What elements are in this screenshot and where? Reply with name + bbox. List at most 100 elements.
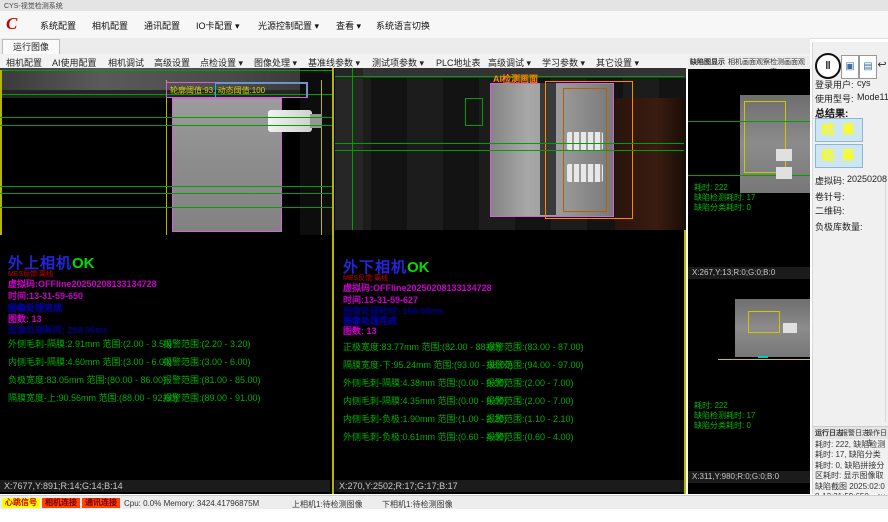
tab-camera-view[interactable]: 相机画面观察 <box>728 57 770 67</box>
measurement-row: 负极宽度:83.05mm 范围:(80.00 - 86.00) <box>8 373 166 386</box>
thumb-tab-row: 缺陷图显示 相机画面观察 检测画面观察 <box>688 56 810 70</box>
roi-box-green <box>465 98 483 126</box>
alarm-range: 报警范围:(2.00 - 7.00) <box>486 394 574 407</box>
login-user-label: 登录用户: <box>815 78 854 91</box>
alarm-range: 报警范围:(2.00 - 7.00) <box>486 376 574 389</box>
measure-line <box>321 80 322 235</box>
tab-connector-blob <box>268 110 312 132</box>
measurement-row: 隔膜宽度-上:90.56mm 范围:(88.00 - 92.00) <box>8 391 178 404</box>
thumb2-pixel-coords: X:311,Y:980;R:0;G:0;B:0 <box>688 471 810 483</box>
measurement-row: 内侧毛刺-负极:1.90mm 范围:(1.00 - 2.20) <box>343 412 507 425</box>
thumb1-overlay-line: 缺陷分类耗时: 0 <box>694 202 751 213</box>
left-pixel-coords: X:7677,Y:891;R:14;G:14;B:14 <box>0 480 330 492</box>
threshold-label: 轮廓阈值:93, 动态阈值:100 <box>170 85 265 96</box>
baseline-line <box>335 143 684 144</box>
baseline-line <box>0 125 332 126</box>
middle-camera-panel[interactable]: AI检测画面 外下相机OK MES反馈:离线 虚拟码:OFFline202502… <box>335 68 684 494</box>
middle-pixel-coords: X:270,Y:2502;R:17;G:17;B:17 <box>335 480 684 492</box>
baseline-line <box>0 186 332 187</box>
pause-button[interactable]: ‖ <box>815 53 841 79</box>
menu-view[interactable]: 查看 ▾ <box>336 19 361 32</box>
alarm-range: 报警范围:(1.10 - 2.10) <box>486 412 574 425</box>
middle-frame-count: 图数: 13 <box>343 324 377 337</box>
comm-connect-badge: 通讯连接 <box>82 498 120 508</box>
menu-camera-config[interactable]: 相机配置 <box>92 19 128 32</box>
middle-camera-ok: OK <box>407 259 430 276</box>
left-camera-ok: OK <box>72 255 95 272</box>
baseline-line <box>352 68 353 230</box>
defect-blob <box>567 132 603 150</box>
baseline-line <box>688 121 810 122</box>
thumb2-marker-line <box>718 359 810 360</box>
baseline-line <box>0 207 332 208</box>
log-tab-row: 运行日志 报警日志 操作日志 <box>813 426 888 439</box>
alarm-range: 报警范围:(89.00 - 91.00) <box>163 391 261 404</box>
baseline-line <box>0 117 332 118</box>
thumb1-blob <box>776 167 792 179</box>
baseline-line <box>335 150 684 151</box>
main-viewport-area: 轮廓阈值:93, 动态阈值:100 外上相机OK MES反馈:离线 虚拟码:OF… <box>0 68 686 494</box>
alarm-range: 报警范围:(81.00 - 85.00) <box>163 373 261 386</box>
battery-cell-image <box>172 98 282 232</box>
thumb1-roi-box <box>744 101 786 173</box>
vcode-label: 虚拟码: <box>815 174 845 187</box>
result-badge-2: 结 果 <box>815 144 863 168</box>
pin-number-label: 卷针号: <box>815 190 845 203</box>
login-user-value: cys <box>857 78 871 88</box>
measurement-row: 内侧毛刺-隔膜:4.60mm 范围:(3.00 - 6.00) <box>8 355 172 368</box>
menu-system-config[interactable]: 系统配置 <box>40 19 76 32</box>
tab-alarm-log[interactable]: 报警日志 <box>841 428 869 438</box>
thumbnail-view-1[interactable]: 耗时: 222 缺陷检测耗时: 17 缺陷分类耗时: 0 <box>688 69 810 267</box>
alarm-range: 报警范围:(94.00 - 97.00) <box>486 358 584 371</box>
status-bar: 心跳信号 相机连接 通讯连接 Cpu: 0.0% Memory: 3424.41… <box>0 495 888 510</box>
tab-run-image[interactable]: 运行图像 <box>2 39 60 54</box>
footer-blank <box>0 509 888 522</box>
model-value: Mode11 <box>857 92 888 102</box>
menu-light-config[interactable]: 光源控制配置 ▾ <box>258 19 319 32</box>
thumb2-overlay-line: 缺陷分类耗时: 0 <box>694 420 751 431</box>
baseline-line <box>0 70 332 71</box>
return-arrow-button[interactable]: ↩ <box>875 58 888 72</box>
camera-snapshot-button[interactable]: ▣ <box>841 55 859 79</box>
sidebar-divider <box>885 182 886 422</box>
tab-defect-view[interactable]: 缺陷图显示 <box>690 57 725 67</box>
menu-language-switch[interactable]: 系统语言切换 <box>376 19 430 32</box>
ai-view-label: AI检测画面 <box>493 72 538 85</box>
tab-run-log[interactable]: 运行日志 <box>815 428 843 438</box>
baseline-line <box>0 193 332 194</box>
window-title: CYS-视觉检测系统 <box>4 1 63 11</box>
alarm-range: 报警范围:(2.20 - 3.20) <box>163 337 251 350</box>
vcode-value: 20250208 <box>847 174 887 184</box>
qr-code-label: 二维码: <box>815 204 845 217</box>
thumb1-blob <box>776 149 792 161</box>
thumbnail-view-2[interactable]: 耗时: 222 缺陷检测耗时: 17 缺陷分类耗时: 0 <box>688 283 810 471</box>
result-badge-1: 结 果 <box>815 118 863 142</box>
edge-marker-line <box>0 70 2 235</box>
thumb2-roi-box <box>748 311 780 333</box>
left-camera-panel[interactable]: 轮廓阈值:93, 动态阈值:100 外上相机OK MES反馈:离线 虚拟码:OF… <box>0 68 332 494</box>
thumb2-cyan-tick <box>758 356 768 358</box>
alarm-range: 报警范围:(3.00 - 6.00) <box>163 355 251 368</box>
measurement-row: 外侧毛刺-隔膜:2.91mm 范围:(2.00 - 3.50) <box>8 337 172 350</box>
measurement-row: 正极宽度:83.77mm 范围:(82.00 - 88.00) <box>343 340 501 353</box>
app-window: CYS-视觉检测系统 C 系统配置 相机配置 通讯配置 IO卡配置 ▾ 光源控制… <box>0 0 888 522</box>
thumbnail-column: 缺陷图显示 相机画面观察 检测画面观察 耗时: 222 缺陷检测耗时: 17 缺… <box>688 56 810 494</box>
menu-io-config[interactable]: IO卡配置 ▾ <box>196 19 240 32</box>
measurement-row: 内侧毛刺-隔膜:4.35mm 范围:(0.00 - 9.00) <box>343 394 507 407</box>
threshold-roi-box: 轮廓阈值:93, 动态阈值:100 <box>166 82 308 98</box>
panel-separator <box>332 68 334 494</box>
measure-line <box>166 80 167 235</box>
cpu-memory-status: Cpu: 0.0% Memory: 3424.41796875M <box>124 499 259 508</box>
menu-comm-config[interactable]: 通讯配置 <box>144 19 180 32</box>
app-logo-icon: C <box>6 14 17 34</box>
model-label: 使用型号: <box>815 92 854 105</box>
right-sidebar: ‖ ▣ ▤ ↩ 登录用户: cys 使用型号: Mode11 总结果: 结 果 … <box>812 42 888 494</box>
heartbeat-badge: 心跳信号 <box>2 498 40 508</box>
view-tab-row: 运行图像 <box>0 38 810 55</box>
alarm-range: 报警范围:(83.00 - 87.00) <box>486 340 584 353</box>
camera-connect-badge: 相机连接 <box>42 498 80 508</box>
negative-count-label: 负极库数量: <box>815 220 863 233</box>
measurement-row: 外侧毛刺-隔膜:4.38mm 范围:(0.00 - 9.00) <box>343 376 507 389</box>
measurement-row: 外侧毛刺-负极:0.61mm 范围:(0.60 - 4.00) <box>343 430 507 443</box>
thumb1-pixel-coords: X:267,Y:13;R:0;G:0;B:0 <box>688 267 810 279</box>
